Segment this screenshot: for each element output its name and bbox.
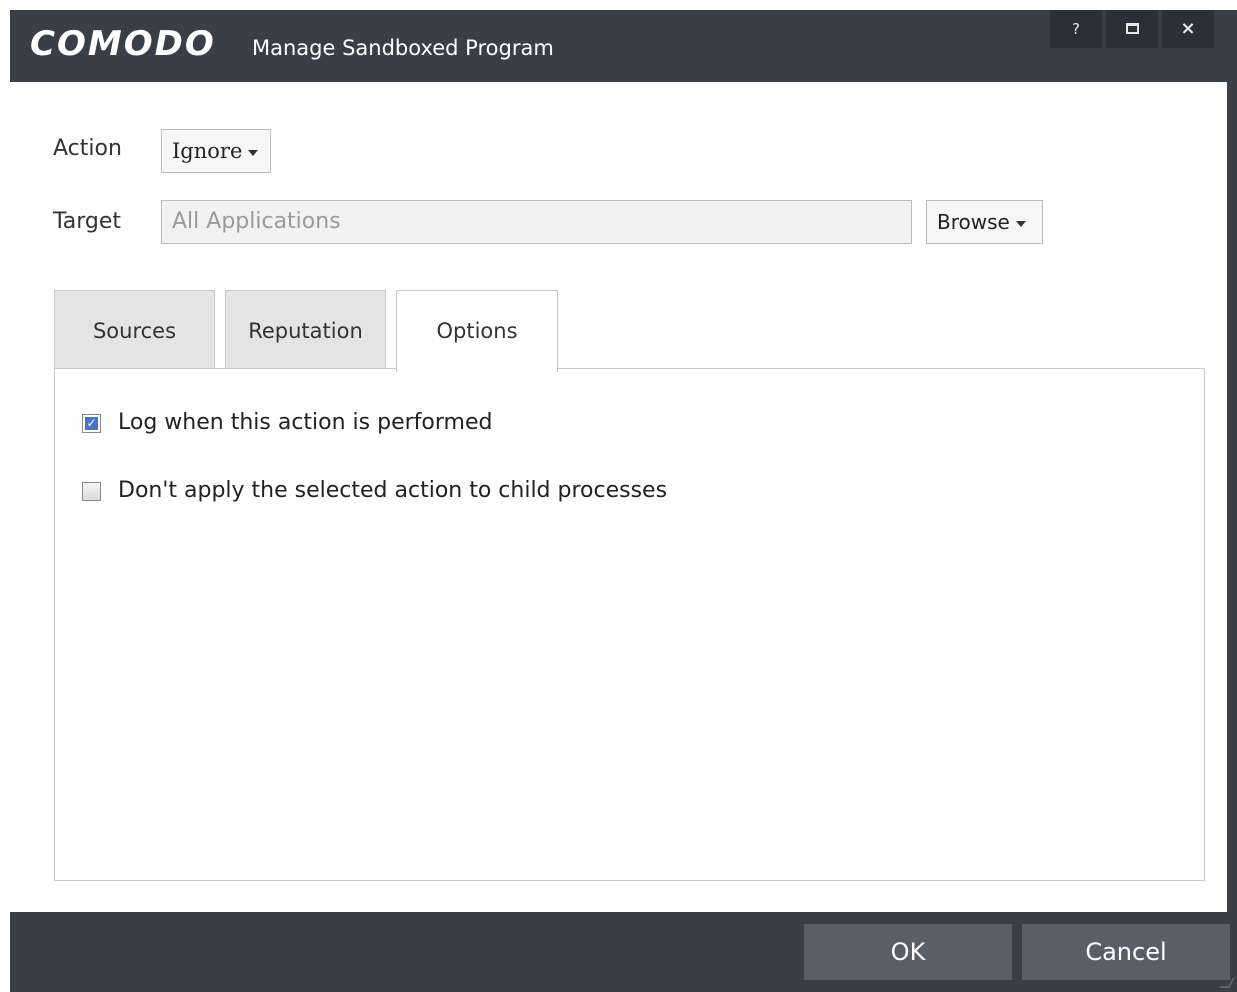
target-label: Target [53,209,122,234]
browse-label: Browse [937,210,1010,234]
log-action-checkbox[interactable]: ✓ [82,414,101,433]
tab-sources[interactable]: Sources [54,290,215,370]
options-panel [54,388,1205,881]
help-button[interactable]: ? [1050,10,1102,48]
dialog-content: Action Ignore Target All Applications Br… [10,82,1227,912]
cancel-button[interactable]: Cancel [1022,924,1230,980]
dialog-window: COMODO Manage Sandboxed Program ? × Acti… [10,10,1237,992]
ok-button[interactable]: OK [804,924,1012,980]
action-value: Ignore [172,139,243,163]
title-bar[interactable]: COMODO Manage Sandboxed Program ? × [10,10,1237,82]
browse-button[interactable]: Browse [926,200,1043,244]
chevron-down-icon [248,149,259,156]
tab-reputation[interactable]: Reputation [225,290,386,370]
action-dropdown[interactable]: Ignore [161,129,271,173]
maximize-icon [1125,22,1139,34]
window-title: Manage Sandboxed Program [252,36,554,60]
comodo-logo: COMODO [30,24,216,64]
child-process-label: Don't apply the selected action to child… [118,478,668,503]
log-action-label: Log when this action is performed [118,410,493,435]
close-button[interactable]: × [1162,10,1214,48]
target-input[interactable]: All Applications [161,200,912,244]
child-process-checkbox[interactable] [82,482,101,501]
close-icon: × [1180,18,1196,39]
action-label: Action [53,136,122,161]
tab-options[interactable]: Options [396,290,558,372]
maximize-button[interactable] [1106,10,1158,48]
help-icon: ? [1072,20,1080,38]
chevron-down-icon [1015,220,1026,227]
checkmark-icon: ✓ [85,416,98,430]
tab-strip [54,368,1205,389]
